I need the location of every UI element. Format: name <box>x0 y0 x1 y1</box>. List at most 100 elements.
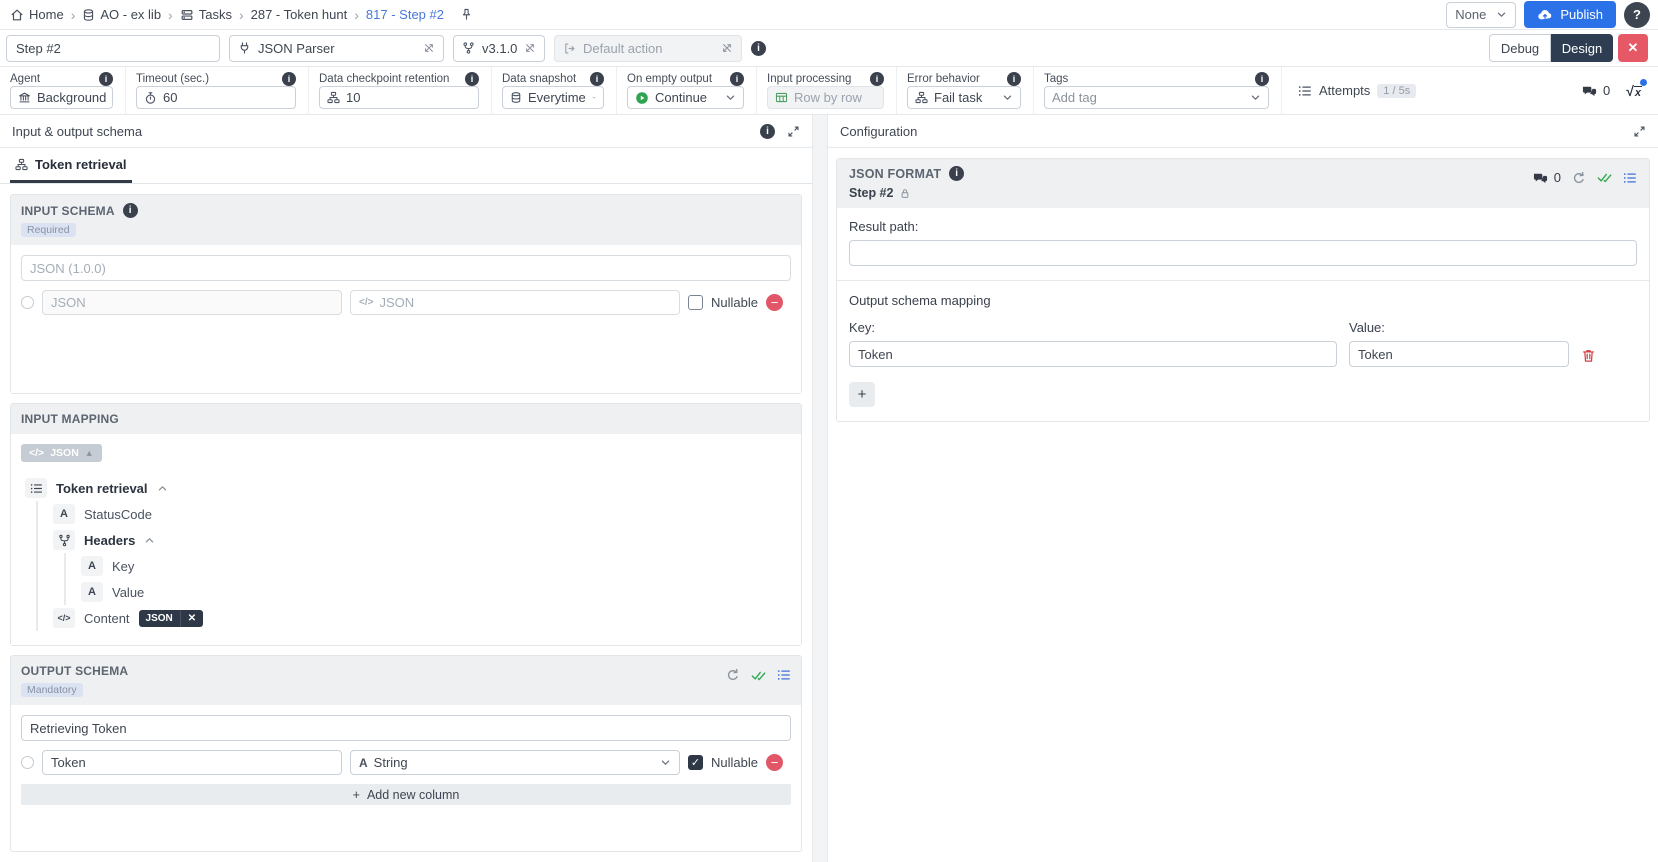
code-icon: </> <box>29 447 44 459</box>
info-icon[interactable]: i <box>465 72 479 86</box>
expand-icon[interactable] <box>1633 125 1646 138</box>
breadcrumb-tasks[interactable]: Tasks <box>180 7 232 22</box>
output-schema-name-input[interactable] <box>21 715 791 741</box>
warning-icon: ▲ <box>85 448 94 458</box>
close-step-button[interactable]: ✕ <box>1618 34 1648 62</box>
column-name-input[interactable] <box>42 290 342 315</box>
breadcrumb-library[interactable]: AO - ex lib <box>82 7 161 22</box>
result-path-input[interactable] <box>849 240 1637 266</box>
pin-icon[interactable] <box>460 7 473 22</box>
chevron-up-icon[interactable] <box>157 483 168 494</box>
database-icon <box>82 8 95 22</box>
column-name-input[interactable] <box>42 750 342 775</box>
info-icon[interactable]: i <box>870 72 884 86</box>
tree-node-headers[interactable]: Headers <box>53 527 791 553</box>
add-new-column-button[interactable]: + Add new column <box>21 784 791 805</box>
delete-mapping-button[interactable] <box>1581 348 1596 367</box>
tree-node-statuscode[interactable]: A StatusCode <box>53 501 791 527</box>
info-icon[interactable]: i <box>1255 72 1269 86</box>
breadcrumb-task[interactable]: 287 - Token hunt <box>251 7 348 22</box>
tree-node-key[interactable]: A Key <box>81 553 791 579</box>
timeout-field: Timeout (sec.)i 60 <box>126 67 309 114</box>
play-circle-icon <box>635 91 649 105</box>
content-json-chip[interactable]: JSON ✕ <box>139 610 204 627</box>
info-icon[interactable]: i <box>1007 72 1021 86</box>
error-behavior-select[interactable]: Fail task <box>907 86 1021 109</box>
mapping-key-input[interactable] <box>849 341 1337 367</box>
clear-action-icon[interactable] <box>721 42 733 54</box>
info-icon[interactable]: i <box>751 41 766 56</box>
publish-button[interactable]: Publish <box>1524 1 1616 28</box>
remove-chip-icon[interactable]: ✕ <box>181 610 203 627</box>
list-icon[interactable] <box>1623 171 1637 185</box>
chevron-up-icon[interactable] <box>144 535 155 546</box>
parser-field[interactable]: JSON Parser <box>229 35 444 62</box>
text-type-icon: A <box>359 756 368 770</box>
info-icon[interactable]: i <box>99 72 113 86</box>
tags-select[interactable]: Add tag <box>1044 86 1269 109</box>
info-icon[interactable]: i <box>730 72 744 86</box>
input-schema-type-input[interactable] <box>21 255 791 281</box>
formula-icon[interactable]: √x <box>1626 83 1642 99</box>
nullable-checkbox[interactable] <box>688 295 703 310</box>
column-type-select[interactable]: A String <box>350 750 680 775</box>
info-icon[interactable]: i <box>123 203 138 218</box>
tab-token-retrieval[interactable]: Token retrieval <box>10 148 132 183</box>
double-check-icon[interactable] <box>1597 171 1612 184</box>
empty-output-select[interactable]: Continue <box>627 86 744 109</box>
configuration-header: Configuration <box>828 115 1658 148</box>
clear-version-icon[interactable] <box>524 42 536 54</box>
tree-node-value[interactable]: A Value <box>81 579 791 605</box>
chevron-down-icon <box>660 757 671 768</box>
debug-button[interactable]: Debug <box>1489 34 1551 62</box>
list-icon[interactable] <box>777 668 791 682</box>
info-icon[interactable]: i <box>282 72 296 86</box>
info-icon[interactable]: i <box>760 124 775 139</box>
nullable-checkbox[interactable]: ✓ <box>688 755 703 770</box>
json-format-card: JSON FORMAT i Step #2 0 <box>836 158 1650 422</box>
breadcrumb-home[interactable]: Home <box>10 7 64 22</box>
row-radio[interactable] <box>21 296 34 309</box>
mapping-value-input[interactable] <box>1349 341 1569 367</box>
snapshot-select[interactable]: Everytime <box>502 86 604 109</box>
mapping-json-chip[interactable]: </> JSON ▲ <box>21 444 102 462</box>
row-radio[interactable] <box>21 756 34 769</box>
text-type-icon: A <box>53 504 75 524</box>
undo-icon[interactable] <box>726 668 740 682</box>
agent-select[interactable]: Background <box>10 86 113 109</box>
version-field[interactable]: v3.1.0 <box>453 35 545 62</box>
tasks-icon <box>180 8 194 22</box>
step-bar: JSON Parser v3.1.0 Default action i Debu… <box>0 30 1658 67</box>
split-icon <box>53 530 75 550</box>
input-processing-label: Input processing <box>767 73 851 85</box>
tree-node-content[interactable]: </> Content JSON ✕ <box>53 605 791 631</box>
panel-divider[interactable] <box>812 115 828 862</box>
breadcrumb-step[interactable]: 817 - Step #2 <box>366 7 444 22</box>
timeout-input[interactable]: 60 <box>136 86 296 109</box>
comments-control[interactable]: 0 <box>1581 83 1610 98</box>
chevron-down-icon <box>1496 9 1507 20</box>
info-icon[interactable]: i <box>949 166 964 181</box>
step-name-input[interactable] <box>6 35 220 62</box>
add-mapping-button[interactable]: + <box>849 382 875 407</box>
undo-icon[interactable] <box>1572 171 1586 185</box>
remove-column-button[interactable]: − <box>766 294 783 311</box>
double-check-icon[interactable] <box>751 669 766 682</box>
checkpoint-input[interactable]: 10 <box>319 86 479 109</box>
value-label: Value: <box>1349 320 1569 335</box>
design-button[interactable]: Design <box>1551 34 1613 62</box>
key-label: Key: <box>849 320 1337 335</box>
schema-panel-title: Input & output schema <box>12 124 142 139</box>
card-comments-control[interactable]: 0 <box>1532 170 1561 185</box>
info-icon[interactable]: i <box>590 72 604 86</box>
attempts-label: Attempts <box>1319 83 1370 98</box>
tree-node-root[interactable]: Token retrieval <box>25 475 791 501</box>
clear-parser-icon[interactable] <box>423 42 435 54</box>
environment-select[interactable]: None <box>1446 2 1516 28</box>
expand-icon[interactable] <box>787 125 800 138</box>
remove-column-button[interactable]: − <box>766 754 783 771</box>
error-behavior-label: Error behavior <box>907 73 980 85</box>
attempts-control[interactable]: Attempts 1 / 5s <box>1282 67 1432 114</box>
help-button[interactable]: ? <box>1624 2 1650 28</box>
branch-icon <box>462 41 475 55</box>
